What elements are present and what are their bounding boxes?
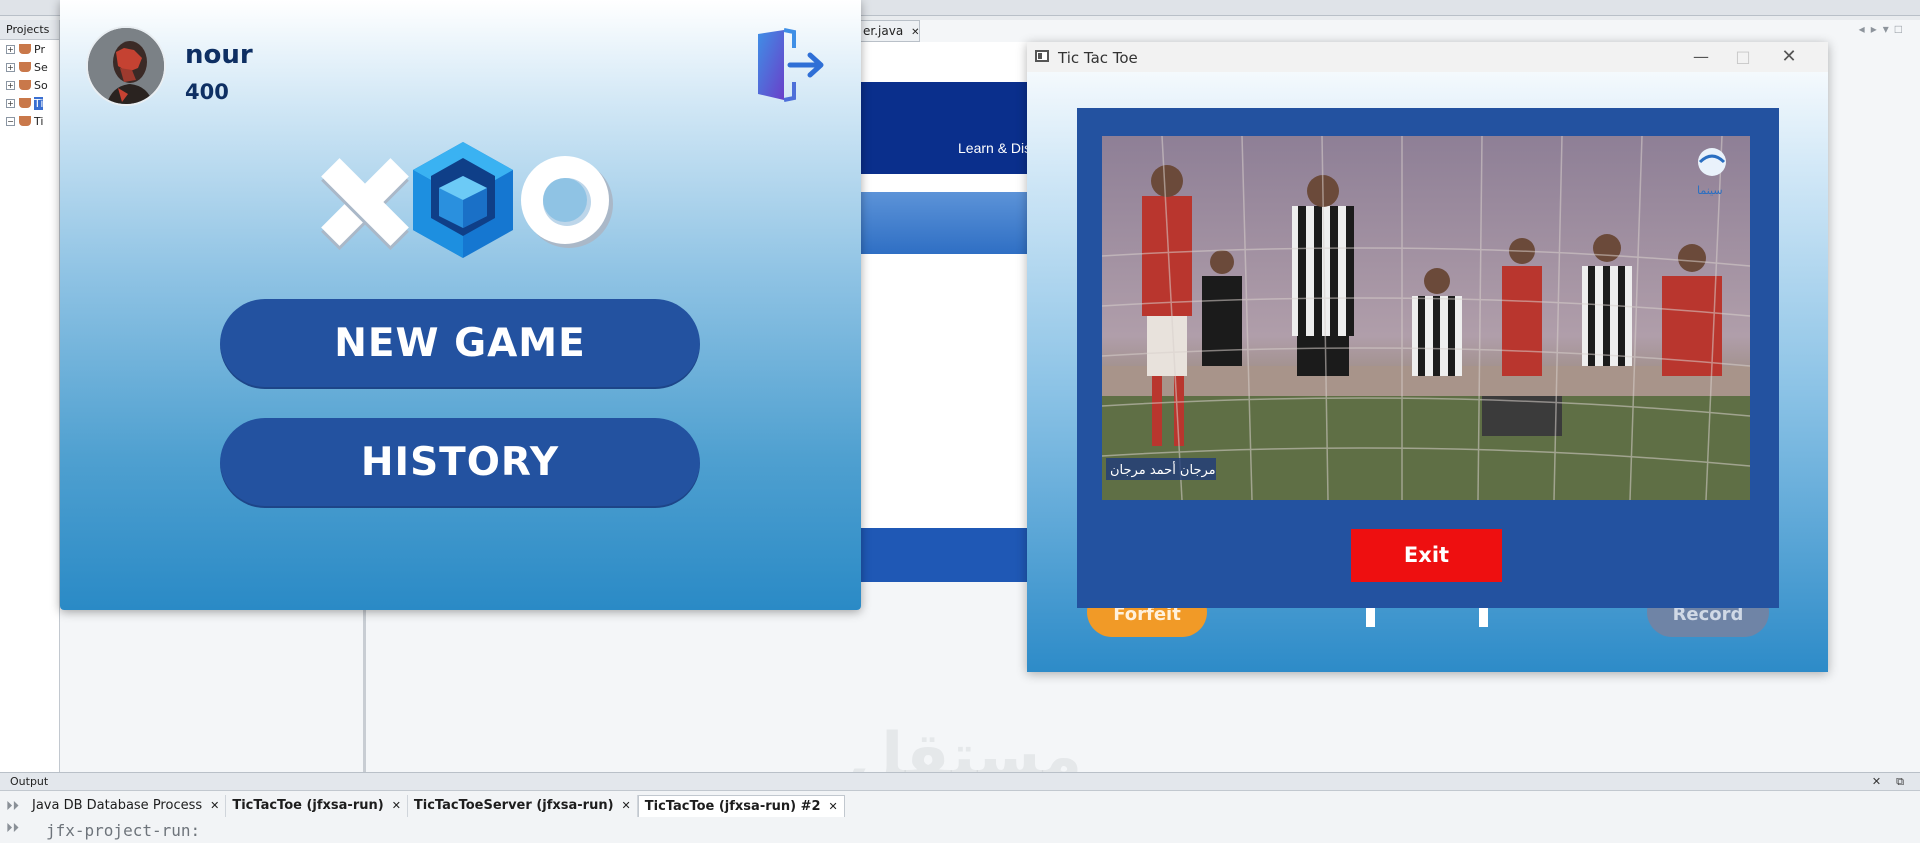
divider	[363, 610, 366, 772]
collapse-icon[interactable]: −	[6, 116, 15, 126]
output-tabs: Java DB Database Process ✕ TicTacToe (jfx…	[26, 795, 845, 817]
tab-scroll-arrows[interactable]: ◂▸▾□	[1859, 22, 1908, 36]
project-icon	[19, 116, 31, 126]
output-tab[interactable]: Java DB Database Process ✕	[26, 795, 227, 817]
logout-button[interactable]	[750, 28, 830, 104]
video-dialog: سينما مرجان أحمد مرجان Exit	[1077, 108, 1779, 608]
video-player[interactable]: سينما مرجان أحمد مرجان	[1102, 136, 1750, 500]
project-icon	[19, 44, 31, 54]
user-score: 400	[185, 80, 229, 104]
output-tab-active[interactable]: TicTacToe (jfxsa-run) #2 ✕	[637, 795, 845, 817]
project-icon	[19, 80, 31, 90]
close-window-button[interactable]: ✕	[1769, 45, 1809, 69]
output-tab-label: Java DB Database Process	[32, 798, 203, 813]
exit-button[interactable]: Exit	[1351, 529, 1502, 582]
background-app-window: Learn & Dis	[860, 42, 1031, 582]
close-icon[interactable]: ✕	[622, 799, 631, 812]
window-titlebar[interactable]: Tic Tac Toe — □ ✕	[1027, 42, 1828, 72]
expand-icon[interactable]: +	[6, 62, 15, 72]
avatar	[86, 26, 166, 106]
close-icon[interactable]: ✕	[829, 800, 838, 813]
tree-item[interactable]: + Se	[0, 58, 59, 76]
xo-logo	[305, 140, 625, 260]
output-tab-label: TicTacToeServer (jfxsa-run)	[413, 798, 614, 813]
output-window-controls[interactable]: ✕ ⧉	[1872, 775, 1910, 789]
editor-tab[interactable]: er.java ✕	[860, 20, 920, 42]
history-button[interactable]: HISTORY	[220, 418, 700, 508]
background-footer-bar	[860, 528, 1030, 582]
background-nav-bar: Learn & Dis	[860, 82, 1031, 174]
editor-tab-label: er.java	[863, 24, 904, 38]
project-icon	[19, 62, 31, 72]
video-caption: مرجان أحمد مرجان	[1110, 461, 1216, 478]
logout-icon	[758, 28, 824, 102]
projects-panel: Projects + Pr + Se + So + Ti − Ti	[0, 20, 60, 772]
output-tab[interactable]: TicTacToeServer (jfxsa-run) ✕	[408, 795, 638, 817]
tree-item-label: So	[34, 78, 48, 92]
console-output: jfx-project-run:	[46, 821, 201, 840]
new-game-button[interactable]: NEW GAME	[220, 299, 700, 389]
close-icon[interactable]: ✕	[392, 799, 401, 812]
window-title: Tic Tac Toe	[1058, 49, 1138, 67]
tree-item-label: Ti	[34, 114, 44, 128]
nav-link[interactable]: Learn & Dis	[958, 140, 1031, 156]
output-tab[interactable]: TicTacToe (jfxsa-run) ✕	[226, 795, 408, 817]
output-tab-label: TicTacToe (jfxsa-run)	[232, 798, 384, 813]
projects-header: Projects	[0, 20, 59, 40]
tree-item-label: Se	[34, 60, 48, 74]
output-tab-label: TicTacToe (jfxsa-run) #2	[644, 799, 821, 814]
output-header: Output	[0, 773, 1920, 791]
app-icon	[1035, 50, 1049, 62]
rerun-icon[interactable]: ⏵⏵ ⏵⏵	[6, 795, 19, 839]
username: nour	[185, 40, 253, 70]
background-banner	[860, 192, 1030, 254]
tree-item[interactable]: + So	[0, 76, 59, 94]
tree-item[interactable]: + Ti	[0, 94, 59, 112]
close-icon[interactable]: ✕	[911, 27, 919, 38]
project-icon	[19, 98, 31, 108]
expand-icon[interactable]: +	[6, 80, 15, 90]
tree-item[interactable]: − Ti	[0, 112, 59, 130]
output-panel: Output ✕ ⧉ ⏵⏵ ⏵⏵ Java DB Database Process…	[0, 772, 1920, 843]
tree-item-label: Ti	[34, 96, 44, 110]
tree-item-label: Pr	[34, 42, 45, 56]
channel-logo-text: سينما	[1697, 184, 1723, 197]
expand-icon[interactable]: +	[6, 98, 15, 108]
tic-tac-toe-window: Tic Tac Toe — □ ✕ Forfeit Record سينما م…	[1027, 42, 1828, 672]
close-icon[interactable]: ✕	[210, 799, 219, 812]
output-title: Output	[10, 775, 49, 788]
minimize-button[interactable]: —	[1681, 45, 1721, 69]
main-menu-window: nour 400 NEW GAME HISTORY	[60, 0, 861, 610]
tree-item[interactable]: + Pr	[0, 40, 59, 58]
expand-icon[interactable]: +	[6, 44, 15, 54]
maximize-button[interactable]: □	[1723, 45, 1763, 69]
